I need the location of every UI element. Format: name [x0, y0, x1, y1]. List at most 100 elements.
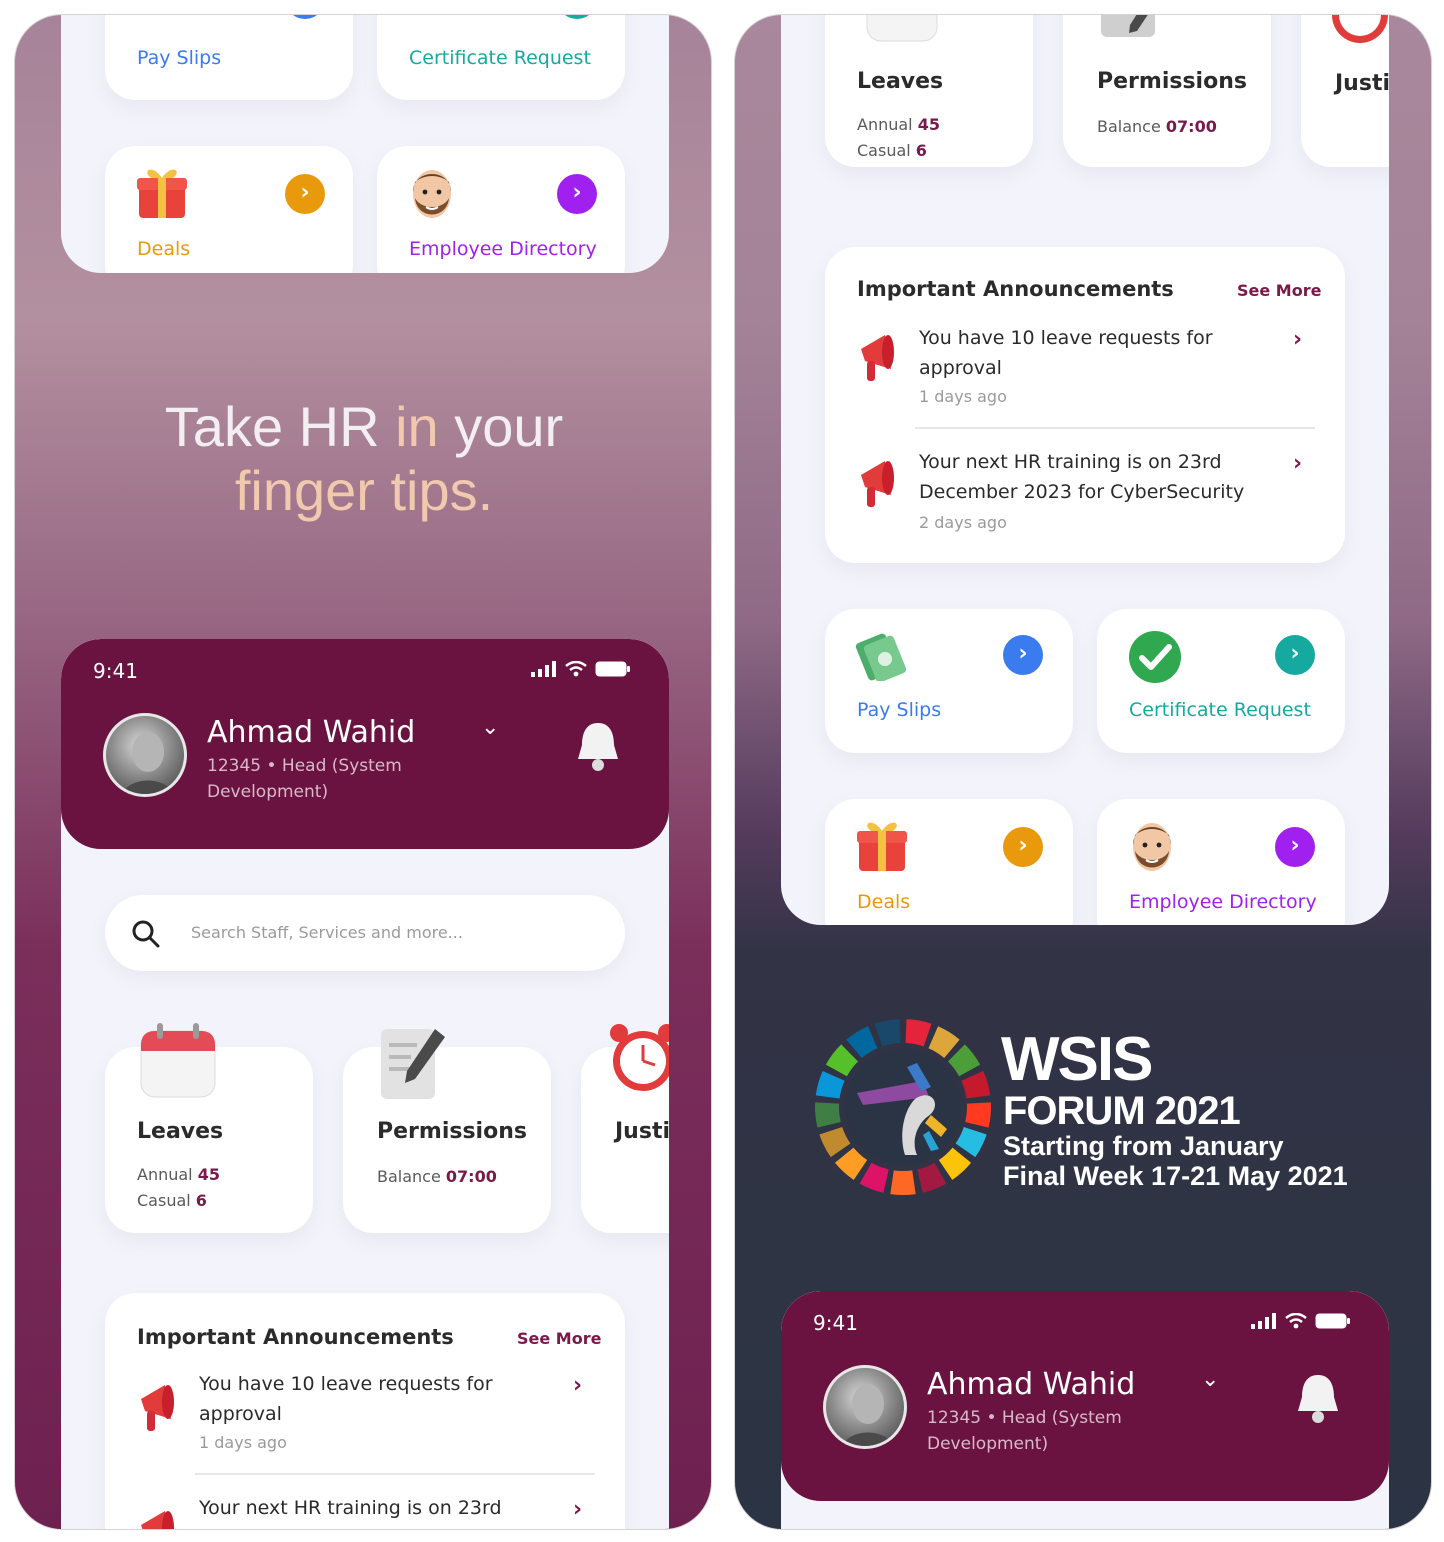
balance-value: 07:00 — [1165, 117, 1217, 136]
arrow-right-icon[interactable]: › — [557, 174, 597, 214]
announcements-card: Important Announcements See More You hav… — [105, 1293, 625, 1529]
search-bar[interactable]: Search Staff, Services and more... — [105, 895, 625, 971]
casual-leaves: Casual 6 — [137, 1191, 207, 1210]
arrow-right-icon[interactable]: › — [1003, 827, 1043, 867]
arrow-right-icon[interactable]: › — [285, 15, 325, 19]
wheel-segment — [815, 1070, 845, 1099]
top-phone-screen: › Pay Slips › Certificate Request › Deal… — [61, 15, 669, 273]
tile-pay-slips[interactable]: › Pay Slips — [825, 609, 1073, 753]
user-role-line-1: 12345 • Head (System — [207, 756, 402, 776]
search-input[interactable]: Search Staff, Services and more... — [191, 923, 463, 942]
employee-avatar-icon — [413, 170, 451, 218]
wheel-segment — [955, 1126, 987, 1158]
wheel-segment — [965, 1102, 991, 1128]
chevron-right-icon[interactable]: › — [1293, 451, 1302, 476]
search-icon[interactable] — [131, 919, 161, 949]
announcement-1-time: 1 days ago — [919, 387, 1007, 406]
tagline: Take HR in your finger tips. — [15, 395, 711, 523]
permissions-title: Permissions — [377, 1119, 527, 1144]
chevron-down-icon[interactable]: ⌄ — [1201, 1367, 1219, 1392]
tile-pay-slips[interactable]: › Pay Slips — [105, 15, 353, 100]
justification-title: Justi — [615, 1119, 669, 1144]
bell-icon[interactable] — [1293, 1371, 1343, 1427]
announcement-1-line-1: You have 10 leave requests for — [919, 327, 1213, 349]
announcement-1-time: 1 days ago — [199, 1433, 287, 1452]
announcement-1-text[interactable]: You have 10 leave requests for approval — [199, 1369, 559, 1429]
wsis-forum-year: FORUM 2021 — [1003, 1089, 1241, 1133]
wsis-date-line-2: Final Week 17-21 May 2021 — [1003, 1161, 1348, 1191]
avatar[interactable] — [103, 713, 187, 797]
tile-label-certificate: Certificate Request — [409, 47, 591, 69]
wifi-icon — [1285, 1313, 1307, 1329]
arrow-right-icon[interactable]: › — [1003, 635, 1043, 675]
announcement-1-line-2: approval — [199, 1403, 282, 1425]
announcement-1-line-2: approval — [919, 357, 1002, 379]
user-role: 12345 • Head (System Development) — [207, 753, 417, 805]
status-time: 9:41 — [813, 1311, 858, 1335]
wheel-segment — [928, 1026, 960, 1059]
announcement-2-line-1: Your next HR training is on 23rd — [199, 1497, 502, 1519]
casual-value: 6 — [915, 141, 927, 160]
casual-leaves: Casual 6 — [857, 141, 927, 160]
permissions-balance: Balance 07:00 — [377, 1167, 497, 1186]
wifi-icon — [565, 661, 587, 677]
status-bar-icons — [531, 661, 631, 677]
announcement-1-text[interactable]: You have 10 leave requests for approval — [919, 323, 1279, 383]
announcement-divider — [195, 1473, 595, 1475]
tile-label-deals: Deals — [857, 891, 911, 913]
chevron-right-icon[interactable]: › — [1293, 327, 1302, 352]
announcement-2-line-2: December 2023 for CyberSecurity — [919, 481, 1245, 503]
annual-label: Annual — [137, 1165, 193, 1184]
announcement-2-text[interactable]: Your next HR training is on 23rd Decembe… — [199, 1493, 579, 1529]
arrow-right-icon[interactable]: › — [557, 15, 597, 19]
calendar-icon — [866, 15, 938, 42]
announcement-2-text[interactable]: Your next HR training is on 23rd Decembe… — [919, 447, 1309, 507]
arrow-right-icon[interactable]: › — [1275, 827, 1315, 867]
wheel-segment — [825, 1044, 859, 1077]
casual-label: Casual — [137, 1191, 191, 1210]
megaphone-icon — [861, 461, 894, 507]
status-bar-icons — [1251, 1313, 1351, 1329]
announcements-card: Important Announcements See More You hav… — [825, 247, 1345, 563]
wheel-segment — [947, 1044, 981, 1077]
arrow-right-icon[interactable]: › — [1275, 635, 1315, 675]
arrow-right-icon[interactable]: › — [285, 174, 325, 214]
wheel-segment — [859, 1162, 889, 1193]
profile-header: 9:41 Ahmad Wahid 12345 • Head (System De… — [61, 639, 669, 849]
avatar[interactable] — [823, 1365, 907, 1449]
employee-avatar-icon — [1133, 823, 1171, 871]
chevron-right-icon[interactable]: › — [573, 1373, 582, 1398]
annual-leaves: Annual 45 — [857, 115, 940, 134]
tile-label-deals: Deals — [137, 238, 191, 260]
main-phone-screen: 9:41 Ahmad Wahid 12345 • Head (System De… — [61, 639, 669, 1529]
bell-icon[interactable] — [573, 719, 623, 775]
wheel-segment — [961, 1070, 991, 1099]
permissions-title: Permissions — [1097, 69, 1247, 94]
tagline-your: your — [454, 395, 564, 458]
tile-certificate-request[interactable]: › Certificate Request — [377, 15, 625, 100]
see-more-link[interactable]: See More — [517, 1329, 601, 1348]
tile-deals[interactable]: › Deals — [825, 799, 1073, 925]
permissions-card[interactable]: Permissions Balance 07:00 — [1063, 15, 1271, 167]
balance-value: 07:00 — [445, 1167, 497, 1186]
announcements-title: Important Announcements — [137, 1325, 454, 1349]
chevron-right-icon[interactable]: › — [573, 1497, 582, 1522]
tile-label-certificate: Certificate Request — [1129, 699, 1311, 721]
notepad-pen-icon — [1101, 15, 1155, 37]
wheel-segment — [874, 1019, 901, 1047]
battery-icon — [1315, 1313, 1350, 1329]
chevron-down-icon[interactable]: ⌄ — [481, 715, 499, 740]
megaphone-icon — [141, 1385, 174, 1431]
tile-deals[interactable]: › Deals — [105, 146, 353, 273]
user-name: Ahmad Wahid — [207, 715, 416, 750]
notepad-pen-icon — [381, 1029, 445, 1099]
tile-employee-directory[interactable]: › Employee Directory — [377, 146, 625, 273]
permissions-balance: Balance 07:00 — [1097, 117, 1217, 136]
see-more-link[interactable]: See More — [1237, 281, 1321, 300]
tile-employee-directory[interactable]: › Employee Directory — [1097, 799, 1345, 925]
gift-icon — [857, 822, 907, 871]
tile-certificate-request[interactable]: › Certificate Request — [1097, 609, 1345, 753]
left-promo-panel: › Pay Slips › Certificate Request › Deal… — [14, 14, 712, 1530]
alarm-clock-icon — [1332, 15, 1388, 43]
wheel-segment — [846, 1026, 878, 1059]
